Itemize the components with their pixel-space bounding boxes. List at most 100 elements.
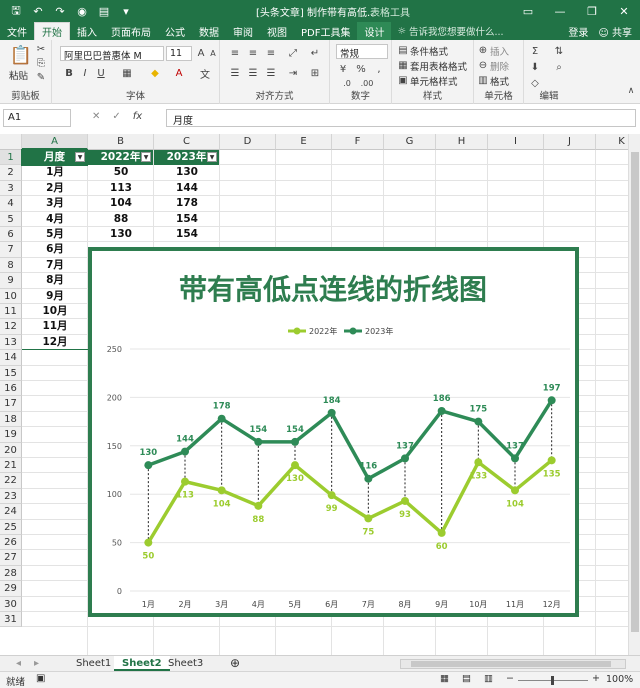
underline-icon[interactable]: U — [94, 66, 108, 80]
tab-insert[interactable]: 插入 — [70, 22, 104, 40]
table-cell-month[interactable]: 4月 — [22, 212, 88, 227]
column-header-F[interactable]: F — [332, 134, 384, 150]
horizontal-scrollbar[interactable] — [400, 659, 626, 669]
tab-home[interactable]: 开始 — [34, 22, 70, 40]
vertical-scrollbar[interactable] — [628, 134, 640, 655]
table-header-cell[interactable]: 月度 ▼ — [22, 150, 87, 165]
row-header-8[interactable]: 8 — [0, 257, 22, 274]
customize-qat-icon[interactable]: ▾ — [116, 2, 136, 20]
macro-record-icon[interactable]: ▣ — [36, 673, 45, 684]
find-icon[interactable]: ⌕ — [552, 60, 566, 74]
share-button[interactable]: ☺ 共享 — [598, 24, 632, 39]
table-header-cell[interactable]: 2023年 ▼ — [154, 150, 219, 165]
tell-me-box[interactable]: ☼ 告诉我您想要做什么... — [397, 22, 503, 40]
collapse-ribbon-icon[interactable]: ∧ — [624, 84, 638, 98]
filter-dropdown-icon[interactable]: ▼ — [207, 152, 217, 162]
row-header-12[interactable]: 12 — [0, 319, 22, 335]
page-break-view-icon[interactable]: ▥ — [484, 673, 493, 684]
row-header-19[interactable]: 19 — [0, 427, 22, 443]
table-cell-value[interactable]: 178 — [154, 196, 220, 211]
orientation-icon[interactable]: ⤢ — [286, 46, 300, 60]
table-cell-value[interactable]: 154 — [154, 227, 220, 242]
copy-icon[interactable]: ⎘ — [34, 56, 48, 70]
column-header-B[interactable]: B — [88, 134, 154, 150]
table-cell-month[interactable]: 2月 — [22, 181, 88, 196]
font-size-select[interactable]: 11 — [166, 46, 192, 61]
filter-dropdown-icon[interactable]: ▼ — [141, 152, 151, 162]
cell-style-button[interactable]: 单元格样式 — [410, 74, 458, 88]
table-cell-month[interactable]: 9月 — [22, 289, 88, 304]
insert-cells-button[interactable]: 插入 — [490, 44, 509, 58]
row-header-26[interactable]: 26 — [0, 535, 22, 551]
row-header-4[interactable]: 4 — [0, 196, 22, 212]
column-header-J[interactable]: J — [544, 134, 596, 150]
autosum-icon[interactable]: Σ — [528, 44, 542, 58]
zoom-out-icon[interactable]: − — [506, 673, 514, 684]
table-cell-month[interactable]: 10月 — [22, 304, 88, 319]
align-right-icon[interactable]: ☰ — [264, 66, 278, 80]
align-bottom-icon[interactable]: ≡ — [264, 46, 278, 60]
row-header-16[interactable]: 16 — [0, 381, 22, 397]
filter-dropdown-icon[interactable]: ▼ — [75, 152, 85, 162]
signin-link[interactable]: 登录 — [568, 24, 588, 39]
zoom-level[interactable]: 100% — [606, 674, 633, 685]
minimize-icon[interactable]: — — [544, 0, 576, 22]
table-cell-month[interactable]: 5月 — [22, 227, 88, 242]
close-icon[interactable]: ✕ — [608, 0, 640, 22]
column-header-C[interactable]: C — [154, 134, 220, 150]
row-header-29[interactable]: 29 — [0, 581, 22, 597]
row-header-25[interactable]: 25 — [0, 519, 22, 535]
column-header-D[interactable]: D — [220, 134, 276, 150]
paste-button[interactable]: 粘贴 — [9, 68, 28, 82]
paste-icon[interactable]: 📋 — [10, 44, 32, 66]
row-header-18[interactable]: 18 — [0, 411, 22, 428]
row-header-2[interactable]: 2 — [0, 165, 22, 181]
font-name-select[interactable]: 阿里巴巴普惠体 M — [60, 46, 164, 61]
row-header-3[interactable]: 3 — [0, 180, 22, 197]
table-cell-value[interactable]: 104 — [88, 196, 154, 211]
table-cell-month[interactable]: 11月 — [22, 319, 88, 334]
save-icon[interactable]: 🖫 — [6, 2, 26, 20]
ribbon-display-icon[interactable]: ▭ — [512, 0, 544, 22]
indent-icon[interactable]: ⇥ — [286, 66, 300, 80]
row-header-9[interactable]: 9 — [0, 273, 22, 289]
wrap-text-icon[interactable]: ↵ — [308, 46, 322, 60]
tab-data[interactable]: 数据 — [192, 22, 226, 40]
row-header-24[interactable]: 24 — [0, 504, 22, 520]
column-header-K[interactable]: K — [596, 134, 628, 150]
formula-input[interactable]: 月度 — [166, 109, 636, 127]
row-header-28[interactable]: 28 — [0, 565, 22, 582]
row-header-31[interactable]: 31 — [0, 612, 22, 628]
table-cell-value[interactable]: 50 — [88, 165, 154, 180]
row-header-6[interactable]: 6 — [0, 227, 22, 243]
cut-icon[interactable]: ✂ — [34, 42, 48, 56]
row-header-10[interactable]: 10 — [0, 288, 22, 304]
merge-center-icon[interactable]: ⊞ — [308, 66, 322, 80]
folder-icon[interactable]: ▤ — [94, 2, 114, 20]
row-header-15[interactable]: 15 — [0, 365, 22, 381]
tab-pdf-tools[interactable]: PDF工具集 — [294, 22, 357, 40]
table-format-button[interactable]: 套用表格格式 — [410, 59, 467, 73]
row-header-30[interactable]: 30 — [0, 596, 22, 612]
fill-color-icon[interactable]: ◆ — [148, 66, 162, 80]
bold-icon[interactable]: B — [62, 66, 76, 80]
add-sheet-icon[interactable]: ⊕ — [222, 656, 248, 671]
conditional-format-button[interactable]: 条件格式 — [410, 44, 448, 58]
h-scroll-thumb[interactable] — [411, 661, 611, 667]
table-cell-month[interactable]: 7月 — [22, 258, 88, 273]
row-header-21[interactable]: 21 — [0, 458, 22, 474]
camera-icon[interactable]: ◉ — [72, 2, 92, 20]
tab-page-layout[interactable]: 页面布局 — [104, 22, 158, 40]
row-header-23[interactable]: 23 — [0, 488, 22, 505]
table-cell-month[interactable]: 8月 — [22, 273, 88, 288]
table-cell-month[interactable]: 1月 — [22, 165, 88, 180]
format-painter-icon[interactable]: ✎ — [34, 70, 48, 84]
zoom-slider-handle[interactable] — [551, 676, 554, 685]
column-header-I[interactable]: I — [488, 134, 544, 150]
line-chart[interactable]: 带有高低点连线的折线图 0 50 100 150 200 250 1月 2月 3月 4月 5月 6月 7… — [88, 247, 579, 617]
column-header-E[interactable]: E — [276, 134, 332, 150]
table-cell-value[interactable]: 154 — [154, 212, 220, 227]
table-cell-month[interactable]: 12月 — [22, 335, 88, 350]
align-left-icon[interactable]: ☰ — [228, 66, 242, 80]
zoom-in-icon[interactable]: + — [592, 673, 600, 684]
